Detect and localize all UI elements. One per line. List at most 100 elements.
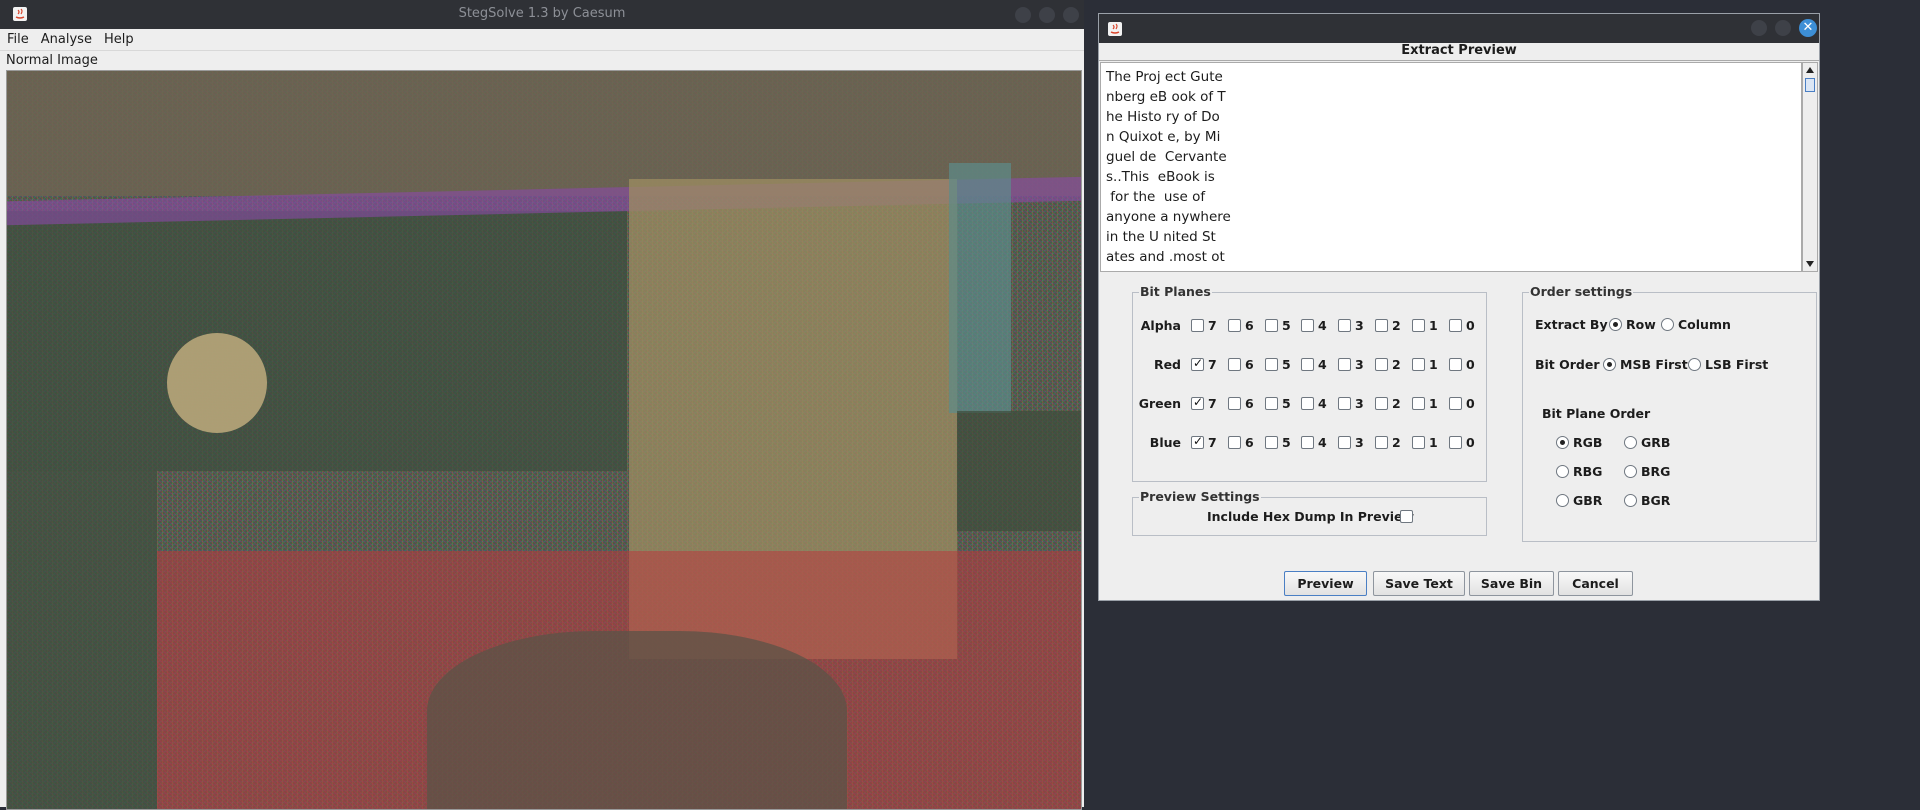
scroll-up-icon[interactable]: [1806, 67, 1814, 73]
blue-bit-1-checkbox[interactable]: [1412, 436, 1425, 449]
alpha-bit-5-checkbox[interactable]: [1265, 319, 1278, 332]
bit-number-label: 5: [1282, 357, 1291, 372]
order-brg-label[interactable]: BRG: [1641, 464, 1670, 479]
menu-help[interactable]: Help: [97, 29, 139, 47]
green-bit-7-checkbox[interactable]: [1191, 395, 1204, 410]
alpha-bit-1-checkbox[interactable]: [1412, 319, 1425, 332]
save-text-button[interactable]: Save Text: [1373, 571, 1465, 596]
extract-by-label: Extract By: [1535, 317, 1608, 332]
blue-bit-5-checkbox[interactable]: [1265, 436, 1278, 449]
green-bit-2-checkbox[interactable]: [1375, 397, 1388, 410]
save-bin-button[interactable]: Save Bin: [1469, 571, 1554, 596]
blue-bit-7-checkbox[interactable]: [1191, 434, 1204, 449]
red-bit-6-checkbox[interactable]: [1228, 358, 1241, 371]
minimize-icon[interactable]: [1015, 7, 1031, 23]
bit-number-label: 4: [1318, 396, 1327, 411]
dialog-titlebar: ✕: [1099, 14, 1819, 43]
minimize-icon[interactable]: [1751, 20, 1767, 36]
order-grb-radio[interactable]: [1624, 436, 1637, 449]
close-icon[interactable]: ✕: [1799, 19, 1817, 37]
green-bit-5-checkbox[interactable]: [1265, 397, 1278, 410]
alpha-bit-3-checkbox[interactable]: [1338, 319, 1351, 332]
alpha-bit-6-checkbox[interactable]: [1228, 319, 1241, 332]
bit-number-label: 3: [1355, 396, 1364, 411]
order-rbg-radio[interactable]: [1556, 465, 1569, 478]
cancel-button[interactable]: Cancel: [1558, 571, 1633, 596]
alpha-bit-4-checkbox[interactable]: [1301, 319, 1314, 332]
stegsolve-main-window: StegSolve 1.3 by Caesum File Analyse Help …: [0, 0, 1084, 810]
extract-by-column-radio[interactable]: [1661, 318, 1674, 331]
bit-number-label: 0: [1466, 357, 1475, 372]
maximize-icon[interactable]: [1039, 7, 1055, 23]
order-grb-label[interactable]: GRB: [1641, 435, 1670, 450]
blue-bit-2-checkbox[interactable]: [1375, 436, 1388, 449]
bit-number-label: 1: [1429, 435, 1438, 450]
bit-number-label: 6: [1245, 396, 1254, 411]
order-rgb-label[interactable]: RGB: [1573, 435, 1602, 450]
preview-text-area[interactable]: The Proj ect Gute nberg eB ook of T he H…: [1100, 62, 1802, 272]
bit-number-label: 4: [1318, 318, 1327, 333]
blue-bit-4-checkbox[interactable]: [1301, 436, 1314, 449]
bit-plane-row-label: Red: [1153, 357, 1181, 372]
green-bit-4-checkbox[interactable]: [1301, 397, 1314, 410]
red-bit-2-checkbox[interactable]: [1375, 358, 1388, 371]
alpha-bit-7-checkbox[interactable]: [1191, 319, 1204, 332]
order-gbr-label[interactable]: GBR: [1573, 493, 1602, 508]
blue-bit-3-checkbox[interactable]: [1338, 436, 1351, 449]
bit-number-label: 5: [1282, 396, 1291, 411]
extract-by-row-label[interactable]: Row: [1626, 317, 1656, 332]
main-titlebar: StegSolve 1.3 by Caesum: [0, 0, 1084, 29]
bit-number-label: 7: [1208, 318, 1217, 333]
main-window-title: StegSolve 1.3 by Caesum: [458, 6, 626, 21]
hex-dump-checkbox[interactable]: [1400, 510, 1413, 523]
alpha-bit-2-checkbox[interactable]: [1375, 319, 1388, 332]
green-bit-0-checkbox[interactable]: [1449, 397, 1462, 410]
lsb-first-label[interactable]: LSB First: [1705, 357, 1768, 372]
order-settings-group: Order settings Extract By Row Column Bit…: [1522, 284, 1817, 542]
close-icon[interactable]: [1063, 7, 1079, 23]
blue-bit-0-checkbox[interactable]: [1449, 436, 1462, 449]
order-brg-radio[interactable]: [1624, 465, 1637, 478]
order-gbr-radio[interactable]: [1556, 494, 1569, 507]
green-bit-1-checkbox[interactable]: [1412, 397, 1425, 410]
msb-first-radio[interactable]: [1603, 358, 1616, 371]
preview-button[interactable]: Preview: [1284, 571, 1367, 596]
image-mode-label: Normal Image: [6, 53, 98, 68]
bit-number-label: 5: [1282, 318, 1291, 333]
red-bit-4-checkbox[interactable]: [1301, 358, 1314, 371]
order-rbg-label[interactable]: RBG: [1573, 464, 1602, 479]
red-bit-1-checkbox[interactable]: [1412, 358, 1425, 371]
menu-analyse[interactable]: Analyse: [34, 29, 97, 47]
extract-by-column-label[interactable]: Column: [1678, 317, 1731, 332]
hex-dump-label: Include Hex Dump In Preview: [1207, 509, 1415, 524]
preview-scrollbar[interactable]: [1802, 62, 1818, 272]
bit-number-label: 0: [1466, 435, 1475, 450]
dialog-caption: Extract Preview: [1099, 43, 1819, 61]
order-rgb-radio[interactable]: [1556, 436, 1569, 449]
extract-by-row-radio[interactable]: [1609, 318, 1622, 331]
scroll-down-icon[interactable]: [1806, 261, 1814, 267]
image-canvas: [6, 70, 1082, 810]
lsb-first-radio[interactable]: [1688, 358, 1701, 371]
red-bit-3-checkbox[interactable]: [1338, 358, 1351, 371]
red-bit-0-checkbox[interactable]: [1449, 358, 1462, 371]
scroll-thumb[interactable]: [1805, 78, 1815, 92]
bit-number-label: 7: [1208, 357, 1217, 372]
bit-number-label: 4: [1318, 357, 1327, 372]
maximize-icon[interactable]: [1775, 20, 1791, 36]
bit-number-label: 6: [1245, 318, 1254, 333]
menu-file[interactable]: File: [0, 29, 34, 47]
bit-number-label: 1: [1429, 318, 1438, 333]
bit-number-label: 2: [1392, 435, 1401, 450]
green-bit-6-checkbox[interactable]: [1228, 397, 1241, 410]
msb-first-label[interactable]: MSB First: [1620, 357, 1688, 372]
red-bit-7-checkbox[interactable]: [1191, 356, 1204, 371]
blue-bit-6-checkbox[interactable]: [1228, 436, 1241, 449]
red-bit-5-checkbox[interactable]: [1265, 358, 1278, 371]
order-bgr-radio[interactable]: [1624, 494, 1637, 507]
alpha-bit-0-checkbox[interactable]: [1449, 319, 1462, 332]
bit-number-label: 0: [1466, 318, 1475, 333]
green-bit-3-checkbox[interactable]: [1338, 397, 1351, 410]
bit-number-label: 3: [1355, 318, 1364, 333]
order-bgr-label[interactable]: BGR: [1641, 493, 1670, 508]
